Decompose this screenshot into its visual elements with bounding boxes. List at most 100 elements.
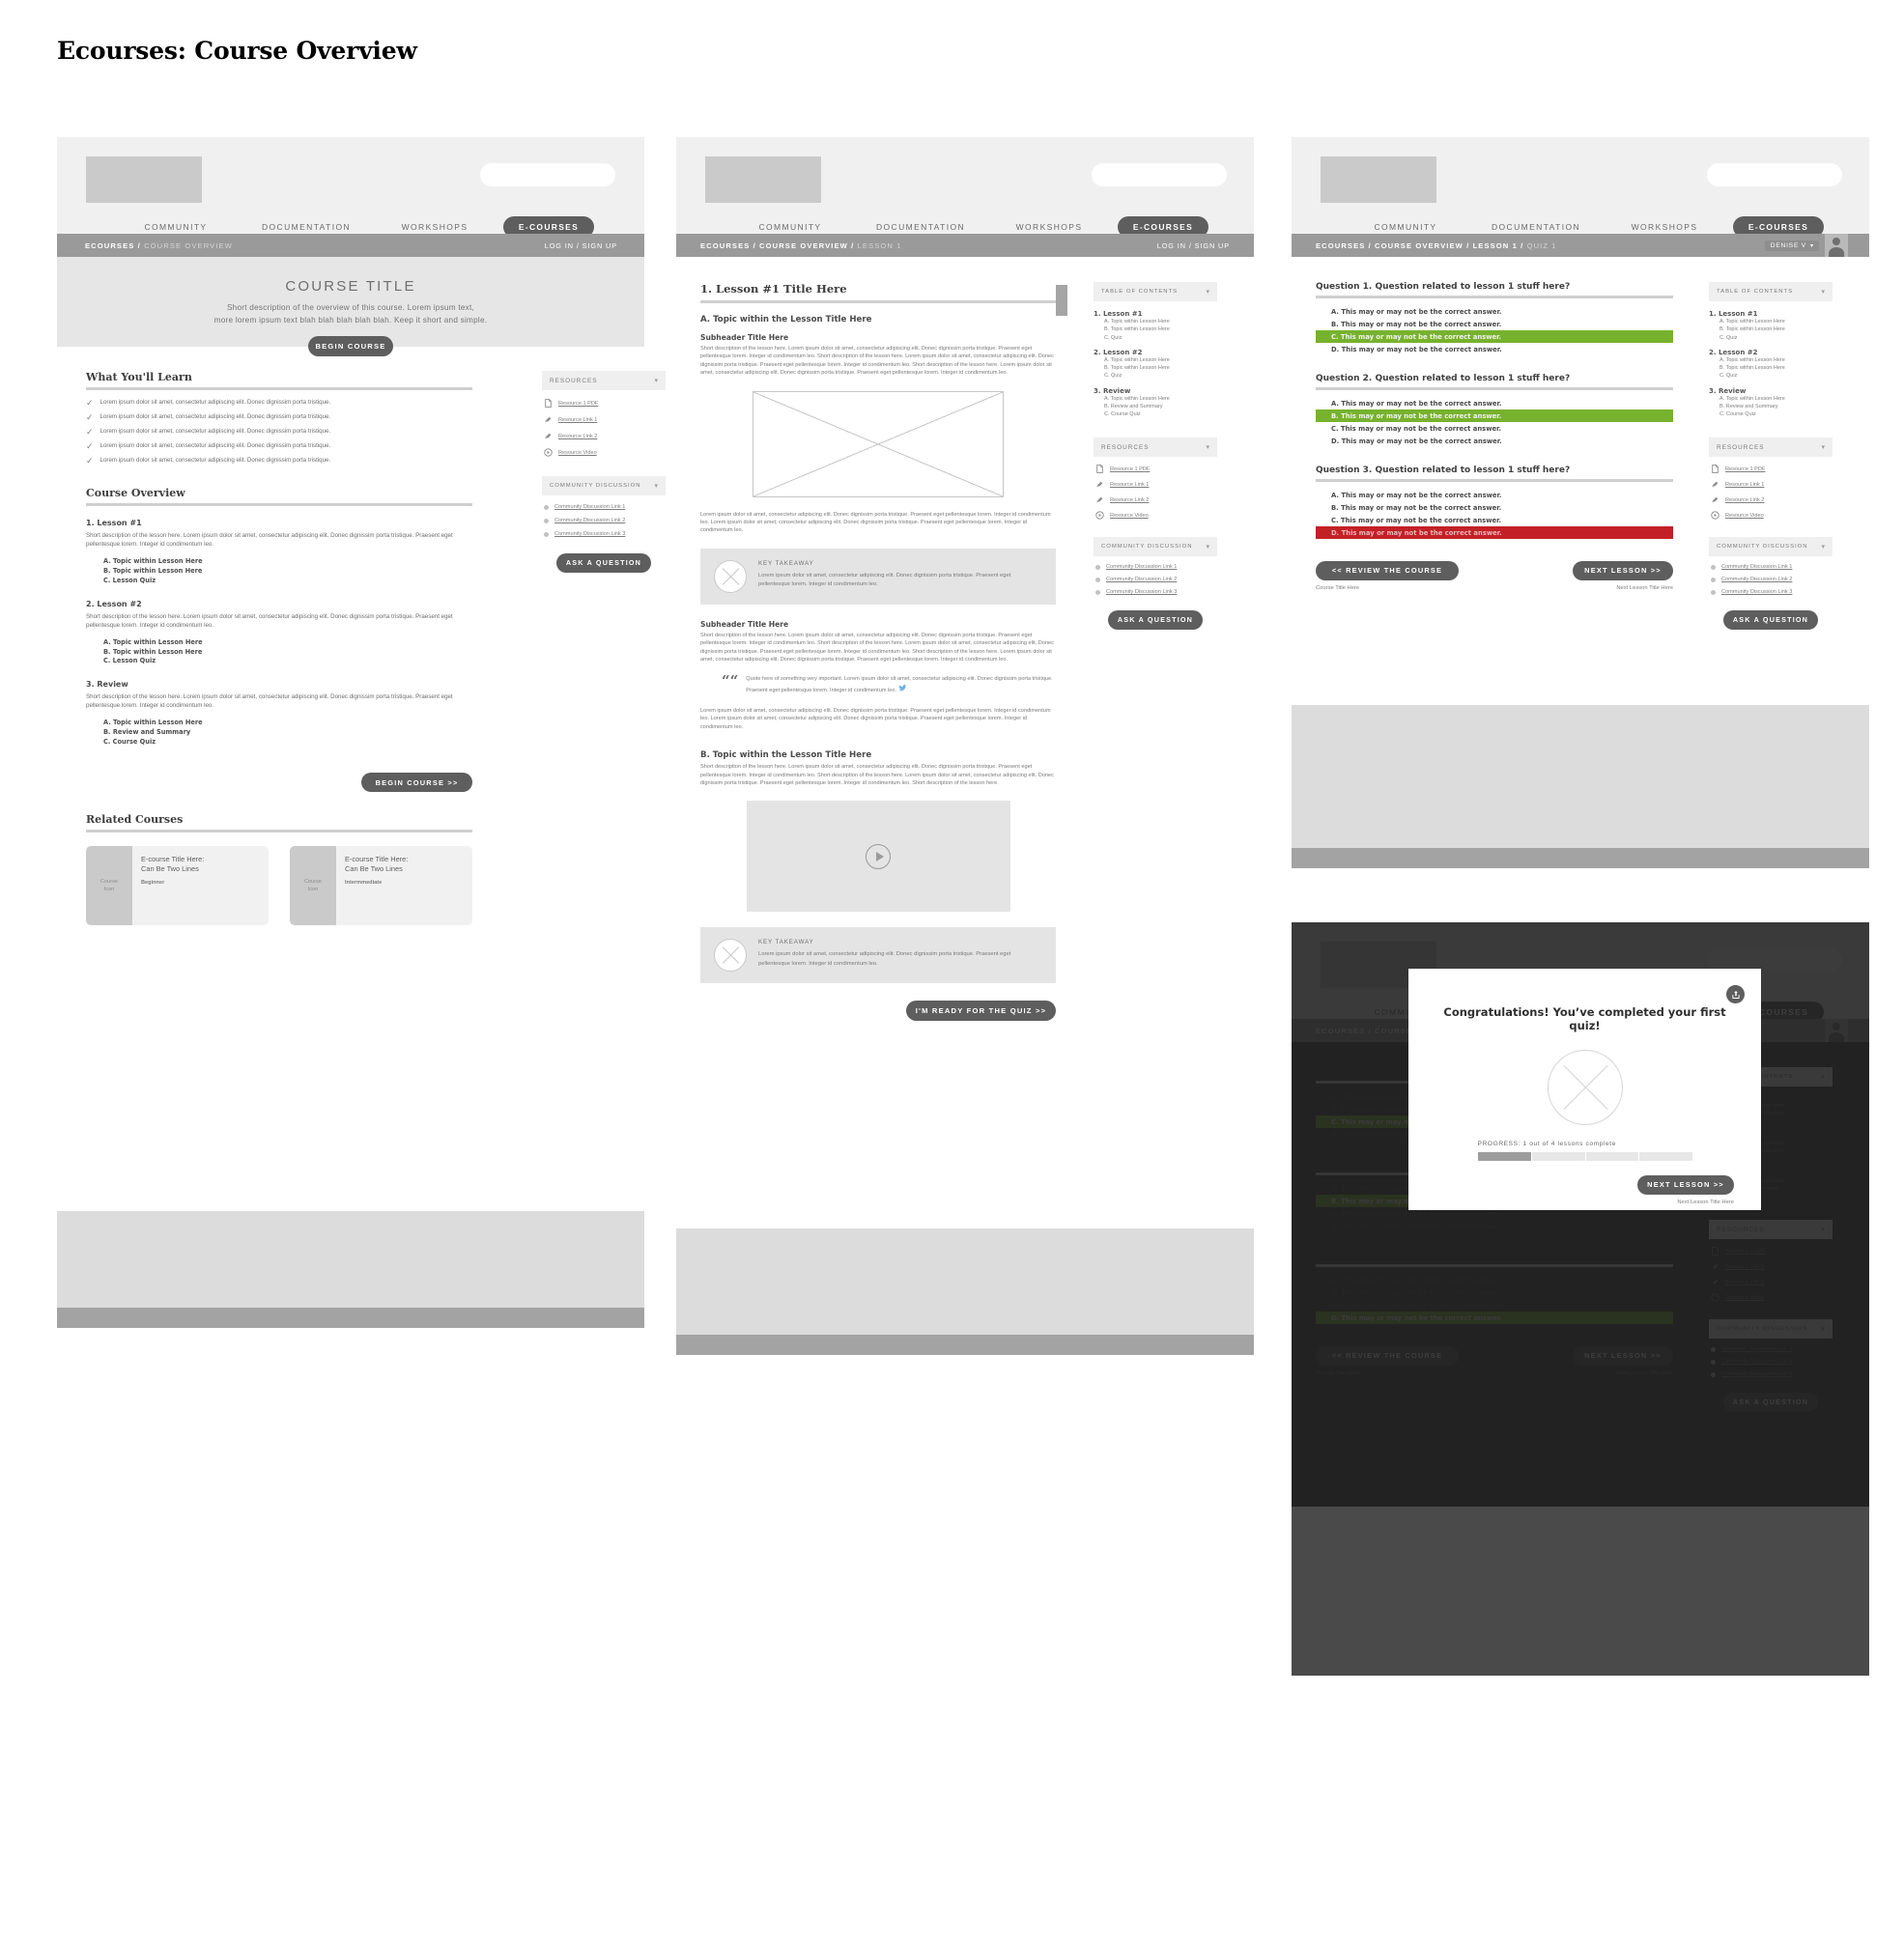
discussion-item[interactable]: Community Discussion Link 2: [1095, 577, 1215, 582]
lesson-topic[interactable]: A. Topic within Lesson Here: [103, 557, 472, 567]
share-icon[interactable]: [1726, 985, 1745, 1003]
lesson-topic[interactable]: B. Review and Summary: [103, 728, 472, 738]
related-course-card[interactable]: Course Icon E-course Title Here: Can Be …: [290, 846, 472, 926]
video-placeholder[interactable]: [746, 801, 1010, 913]
search-input[interactable]: [1092, 163, 1227, 186]
toc-group-title[interactable]: 3. Review: [1709, 387, 1833, 395]
answer-option[interactable]: A. This may or may not be the correct an…: [1316, 489, 1673, 501]
discussion-label[interactable]: Community Discussion Link 2: [1721, 577, 1792, 582]
resource-item[interactable]: Resource 1 PDF: [544, 399, 664, 408]
toc-item[interactable]: C. Quiz: [1719, 334, 1833, 342]
resource-label[interactable]: Resource Link 2: [558, 434, 597, 439]
resource-label[interactable]: Resource Link 2: [1110, 497, 1149, 503]
bookmark-icon[interactable]: [1056, 285, 1067, 316]
toc-item[interactable]: A. Topic within Lesson Here: [1719, 356, 1833, 364]
community-discussion-header[interactable]: COMMUNITY DISCUSSION ▾: [542, 476, 666, 495]
nav-item-workshops[interactable]: WORKSHOPS: [1606, 222, 1723, 232]
resource-label[interactable]: Resource Link 1: [1725, 482, 1764, 488]
discussion-label[interactable]: Community Discussion Link 1: [1721, 564, 1792, 570]
toc-item[interactable]: A. Topic within Lesson Here: [1104, 356, 1217, 364]
toc-header[interactable]: TABLE OF CONTENTS ▾: [1709, 282, 1833, 301]
resource-item[interactable]: Resource 1 PDF: [1095, 465, 1215, 474]
discussion-label[interactable]: Community Discussion Link 1: [554, 504, 625, 510]
answer-option[interactable]: C. This may or may not be the correct an…: [1316, 514, 1673, 526]
discussion-item[interactable]: Community Discussion Link 3: [1711, 589, 1831, 595]
nav-item-community[interactable]: COMMUNITY: [729, 222, 851, 232]
related-course-card[interactable]: Course Icon E-course Title Here: Can Be …: [86, 846, 269, 926]
answer-option-correct[interactable]: C. This may or may not be the correct an…: [1316, 330, 1673, 343]
discussion-label[interactable]: Community Discussion Link 2: [1106, 577, 1177, 582]
review-course-button[interactable]: << REVIEW THE COURSE: [1316, 560, 1459, 580]
toc-group-title[interactable]: 1. Lesson #1: [1094, 310, 1217, 318]
resources-header[interactable]: RESOURCES ▾: [1094, 437, 1217, 458]
answer-option-correct[interactable]: B. This may or may not be the correct an…: [1316, 409, 1673, 422]
resource-item[interactable]: Resource Link 2: [544, 432, 664, 440]
play-icon[interactable]: [866, 843, 891, 869]
resource-item[interactable]: Resource Link 1: [544, 415, 664, 424]
answer-option[interactable]: C. This may or may not be the correct an…: [1316, 422, 1673, 435]
begin-course-bottom-button[interactable]: BEGIN COURSE >>: [361, 773, 472, 793]
discussion-item[interactable]: Community Discussion Link 3: [544, 531, 664, 537]
toc-item[interactable]: A. Topic within Lesson Here: [1719, 395, 1833, 403]
discussion-label[interactable]: Community Discussion Link 3: [554, 531, 625, 537]
login-signup-link[interactable]: LOG IN / SIGN UP: [545, 241, 617, 250]
breadcrumb-root[interactable]: ECOURSES / COURSE OVERVIEW: [85, 241, 233, 250]
nav-item-workshops[interactable]: WORKSHOPS: [376, 222, 494, 232]
nav-item-community[interactable]: COMMUNITY: [1345, 222, 1466, 232]
toc-group-title[interactable]: 2. Lesson #2: [1709, 349, 1833, 356]
answer-option[interactable]: B. This may or may not be the correct an…: [1316, 318, 1673, 330]
resource-label[interactable]: Resource 1 PDF: [1110, 466, 1150, 472]
answer-option-wrong[interactable]: D. This may or may not be the correct an…: [1316, 526, 1673, 539]
resource-label[interactable]: Resource Video: [1725, 513, 1764, 519]
lesson-topic[interactable]: B. Topic within Lesson Here: [103, 648, 472, 658]
toc-item[interactable]: C. Quiz: [1104, 334, 1217, 342]
breadcrumb-root[interactable]: ECOURSES / COURSE OVERVIEW / LESSON 1: [700, 241, 902, 250]
discussion-label[interactable]: Community Discussion Link 3: [1721, 589, 1792, 595]
resource-label[interactable]: Resource Link 1: [558, 417, 597, 423]
resource-label[interactable]: Resource Video: [1110, 513, 1149, 519]
lesson-topic[interactable]: C. Lesson Quiz: [103, 577, 472, 586]
discussion-label[interactable]: Community Discussion Link 3: [1106, 589, 1177, 595]
toc-item[interactable]: A. Topic within Lesson Here: [1104, 318, 1217, 325]
answer-option[interactable]: B. This may or may not be the correct an…: [1316, 501, 1673, 514]
toc-item[interactable]: B. Topic within Lesson Here: [1104, 325, 1217, 333]
discussion-item[interactable]: Community Discussion Link 1: [544, 504, 664, 510]
discussion-label[interactable]: Community Discussion Link 2: [554, 518, 625, 523]
discussion-item[interactable]: Community Discussion Link 1: [1711, 564, 1831, 570]
toc-item[interactable]: B. Review and Summary: [1719, 403, 1833, 410]
toc-item[interactable]: B. Topic within Lesson Here: [1719, 364, 1833, 372]
nav-item-community[interactable]: COMMUNITY: [115, 222, 237, 232]
answer-option[interactable]: D. This may or may not be the correct an…: [1316, 343, 1673, 355]
community-discussion-header[interactable]: COMMUNITY DISCUSSION ▾: [1709, 537, 1833, 557]
resource-label[interactable]: Resource Link 2: [1725, 497, 1764, 503]
answer-option[interactable]: D. This may or may not be the correct an…: [1316, 435, 1673, 447]
answer-option[interactable]: A. This may or may not be the correct an…: [1316, 305, 1673, 318]
toc-group-title[interactable]: 1. Lesson #1: [1709, 310, 1833, 318]
toc-header[interactable]: TABLE OF CONTENTS ▾: [1094, 282, 1217, 301]
user-menu[interactable]: DENISE V ▾: [1764, 240, 1819, 251]
discussion-item[interactable]: Community Discussion Link 1: [1095, 564, 1215, 570]
ask-a-question-button[interactable]: ASK A QUESTION: [556, 552, 651, 573]
toc-item[interactable]: B. Review and Summary: [1104, 403, 1217, 410]
resource-item[interactable]: Resource Video: [1711, 511, 1831, 520]
resource-item[interactable]: Resource Link 2: [1711, 495, 1831, 504]
community-discussion-header[interactable]: COMMUNITY DISCUSSION ▾: [1094, 537, 1217, 557]
ask-a-question-button[interactable]: ASK A QUESTION: [1108, 609, 1203, 630]
twitter-icon[interactable]: [897, 684, 907, 695]
begin-course-button[interactable]: BEGIN COURSE: [308, 336, 393, 357]
nav-item-documentation[interactable]: DOCUMENTATION: [851, 222, 990, 232]
search-input[interactable]: [480, 163, 615, 186]
discussion-label[interactable]: Community Discussion Link 1: [1106, 564, 1177, 570]
resource-label[interactable]: Resource 1 PDF: [558, 401, 598, 407]
toc-item[interactable]: C. Course Quiz: [1719, 410, 1833, 418]
resources-header[interactable]: RESOURCES ▾: [542, 371, 666, 390]
search-input[interactable]: [1707, 163, 1842, 186]
next-lesson-button[interactable]: NEXT LESSON >>: [1573, 560, 1673, 580]
discussion-item[interactable]: Community Discussion Link 2: [544, 518, 664, 523]
login-signup-link[interactable]: LOG IN / SIGN UP: [1157, 241, 1230, 250]
ready-for-quiz-button[interactable]: I'M READY FOR THE QUIZ >>: [906, 1001, 1056, 1022]
resources-header[interactable]: RESOURCES ▾: [1709, 437, 1833, 458]
lesson-topic[interactable]: A. Topic within Lesson Here: [103, 638, 472, 648]
resource-label[interactable]: Resource Link 1: [1110, 482, 1149, 488]
resource-item[interactable]: Resource 1 PDF: [1711, 465, 1831, 474]
